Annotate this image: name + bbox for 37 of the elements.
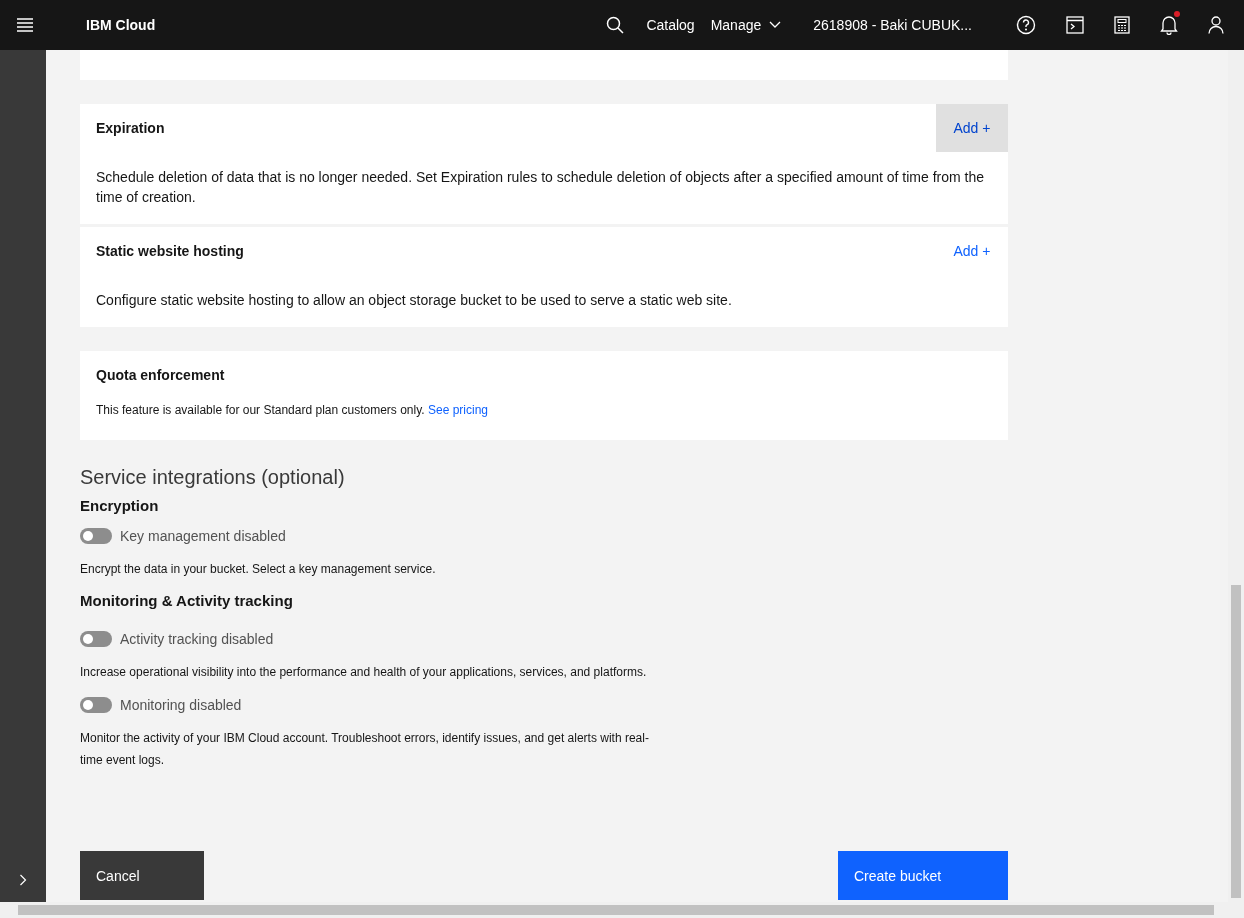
cancel-button[interactable]: Cancel [80, 851, 204, 900]
search-icon[interactable] [606, 16, 625, 34]
toggle-switch[interactable] [80, 697, 112, 713]
card-description: Schedule deletion of data that is no longer needed. Set Expiration rules to schedule deletion of objects after a specified amount of time from the time of creation. [95, 168, 985, 207]
card-title: Static website hosting [95, 243, 244, 259]
toggle-description: Monitor the activity of your IBM Cloud account. Troubleshoot errors, identify issues, and get alerts with real-time event logs. [80, 730, 650, 769]
toggle-label: Monitoring disabled [120, 697, 242, 713]
toggle-switch[interactable] [80, 631, 112, 647]
calculator-icon[interactable] [1114, 16, 1130, 34]
menu-icon[interactable] [16, 18, 34, 32]
horizontal-scrollbar[interactable] [0, 902, 1244, 918]
toggle-description: Increase operational visibility into the performance and health of your applications, services, and platforms. [80, 664, 648, 681]
notification-icon[interactable] [1160, 15, 1178, 35]
add-button[interactable]: Add + [936, 104, 1008, 152]
card-title: Quota enforcement [95, 367, 225, 383]
card-title: Expiration [95, 120, 165, 136]
nav-link[interactable]: Catalog [646, 17, 695, 33]
chevron-down-icon [769, 21, 782, 29]
add-button[interactable]: Add + [936, 227, 1008, 275]
nav-link[interactable]: Manage [710, 17, 782, 33]
card-description: Configure static website hosting to allow an object storage bucket to be used to serve a static web site. [95, 291, 733, 310]
section-title: Service integrations (optional) [80, 466, 346, 489]
quota-note: This feature is available for our Standard plan customers only. [96, 403, 425, 417]
terminal-icon[interactable] [1066, 16, 1084, 34]
toggle-description: Encrypt the data in your bucket. Select a key management service. [80, 561, 437, 578]
chevron-right-icon[interactable] [19, 874, 27, 886]
account-switcher[interactable]: 2618908 - Baki CUBUK... [813, 17, 972, 33]
see-pricing-link[interactable]: See pricing [427, 403, 488, 417]
toggle-label: Activity tracking disabled [120, 631, 274, 647]
toggle-switch[interactable] [80, 528, 112, 544]
toggle-label: Key management disabled [120, 528, 286, 544]
user-icon[interactable] [1208, 16, 1224, 34]
group-heading: Monitoring & Activity tracking [80, 592, 294, 609]
create-bucket-button[interactable]: Create bucket [838, 851, 1008, 900]
brand-name[interactable]: IBM Cloud [86, 17, 156, 33]
group-heading: Encryption [80, 497, 160, 514]
help-icon[interactable] [1016, 15, 1036, 35]
